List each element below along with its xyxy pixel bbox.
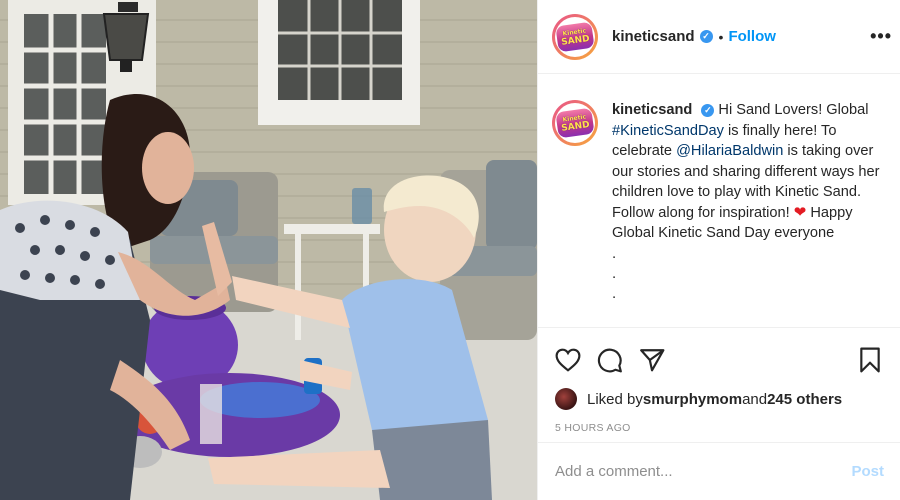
likes-others-link[interactable]: 245 others — [767, 391, 842, 408]
likes-prefix: Liked by — [587, 390, 643, 408]
share-icon[interactable] — [638, 346, 666, 374]
heart-icon[interactable] — [554, 346, 582, 374]
caption-dots: . . . — [612, 244, 880, 304]
comment-bar: Post — [538, 442, 900, 500]
kinetic-sand-logo: Kinetic SAND — [555, 107, 595, 139]
logo-line-2: SAND — [560, 33, 591, 48]
hashtag-link[interactable]: #KineticSandDay — [612, 123, 724, 139]
profile-username[interactable]: kineticsand — [612, 28, 695, 45]
bookmark-icon[interactable] — [856, 346, 884, 374]
likes-summary: Liked by smurphymom and 245 others — [538, 382, 900, 410]
more-options-icon[interactable]: ••• — [870, 26, 892, 47]
verified-badge-icon: ✓ — [701, 103, 715, 117]
post-header: Kinetic SAND kineticsand ✓ • Follow ••• — [538, 0, 900, 74]
avatar-ring: Kinetic SAND — [555, 103, 595, 143]
photo-illustration — [0, 0, 537, 500]
post-caption: kineticsand ✓ Hi Sand Lovers! Global #Ki… — [612, 100, 880, 327]
header-separator: • — [718, 28, 724, 45]
caption-dot: . — [612, 264, 617, 282]
caption-username[interactable]: kineticsand — [612, 102, 692, 118]
avatar-ring: Kinetic SAND — [555, 16, 595, 57]
follow-button[interactable]: Follow — [728, 28, 776, 45]
caption-dot: . — [612, 284, 617, 302]
post-details-panel: Kinetic SAND kineticsand ✓ • Follow ••• … — [537, 0, 900, 500]
post-comment-button[interactable]: Post — [851, 463, 884, 480]
logo-line-2: SAND — [560, 120, 591, 134]
caption-section: Kinetic SAND kineticsand ✓ Hi Sand Lover… — [538, 74, 900, 328]
action-bar — [538, 338, 900, 382]
post-timestamp[interactable]: 5 HOURS AGO — [538, 410, 900, 446]
post-photo[interactable] — [0, 0, 537, 500]
liker-username[interactable]: smurphymom — [643, 391, 742, 408]
likes-middle: and — [742, 390, 768, 408]
verified-badge-icon: ✓ — [699, 30, 713, 43]
comment-icon[interactable] — [596, 346, 624, 374]
caption-dot: . — [612, 244, 617, 262]
profile-avatar[interactable]: Kinetic SAND — [552, 13, 598, 60]
mention-link[interactable]: @HilariaBaldwin — [676, 143, 783, 159]
kinetic-sand-logo: Kinetic SAND — [555, 21, 595, 52]
liker-avatar[interactable] — [555, 388, 577, 410]
caption-avatar[interactable]: Kinetic SAND — [552, 100, 598, 146]
comment-input[interactable] — [555, 463, 852, 480]
red-heart-emoji: ❤ — [793, 203, 807, 221]
caption-text: Hi Sand Lovers! Global — [718, 102, 869, 118]
